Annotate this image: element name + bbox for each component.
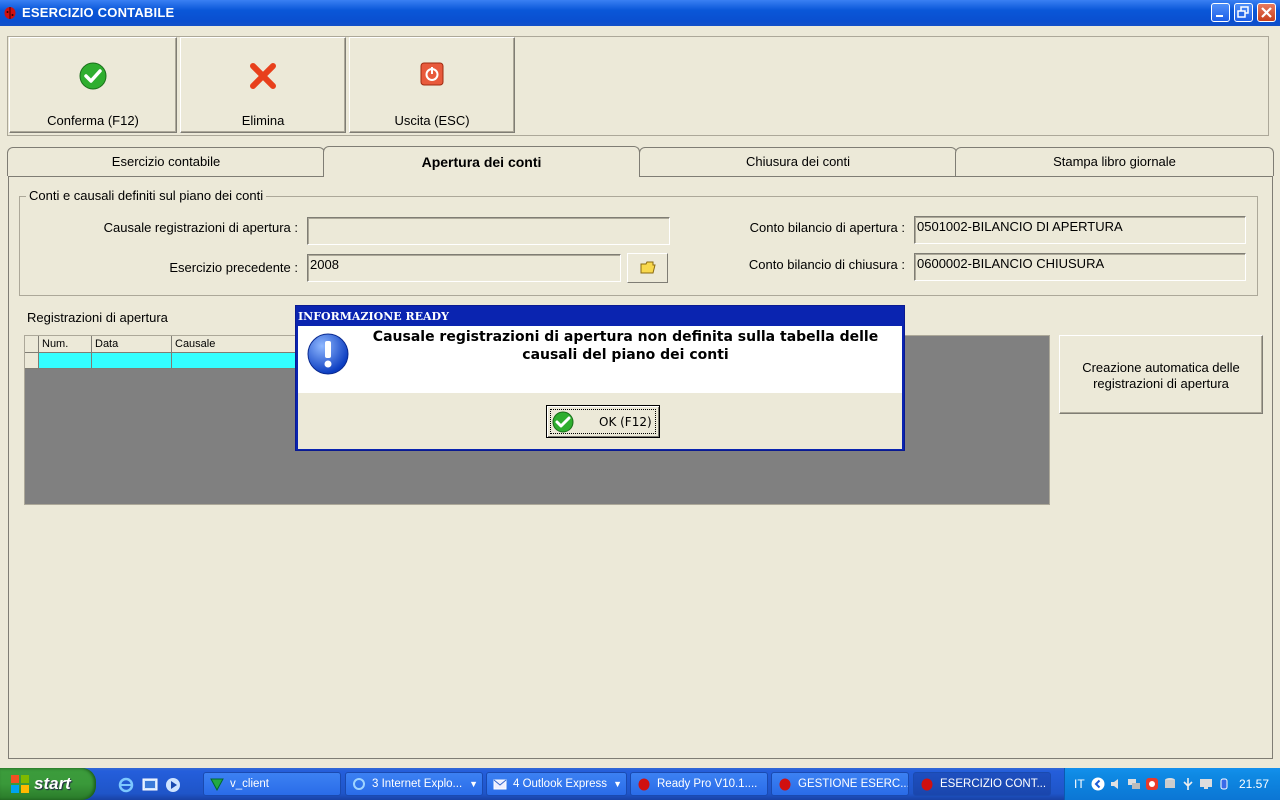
dialog-body: Causale registrazioni di apertura non de… (298, 326, 902, 393)
tab-apertura-dei-conti[interactable]: Apertura dei conti (323, 146, 640, 177)
antivirus-icon[interactable] (1145, 777, 1159, 791)
speaker-icon[interactable] (1109, 777, 1123, 791)
x-delete-icon (250, 63, 276, 89)
tab-chiusura-dei-conti[interactable]: Chiusura dei conti (639, 147, 957, 176)
task-outlook-express[interactable]: 4 Outlook Express ▼ (486, 772, 627, 796)
language-indicator[interactable]: IT (1074, 777, 1085, 791)
folder-icon (640, 261, 656, 274)
network-icon[interactable] (1127, 777, 1141, 791)
confirm-button[interactable]: Conferma (F12) (9, 37, 177, 133)
ladybug-icon (921, 778, 933, 791)
outlook-express-icon (493, 779, 507, 790)
taskbar: start v_client 3 Internet Explo... ▼ 4 O… (0, 768, 1280, 800)
exit-label: Uscita (ESC) (394, 113, 470, 128)
check-icon (79, 62, 107, 90)
cell-causale[interactable] (172, 353, 297, 369)
delete-label: Elimina (241, 113, 285, 128)
window-title: ESERCIZIO CONTABILE (22, 5, 175, 20)
row-selector[interactable] (25, 353, 39, 369)
causale-label: Causale registrazioni di apertura : (103, 220, 298, 235)
exit-button[interactable]: Uscita (ESC) (349, 37, 515, 133)
conto-apertura-label: Conto bilancio di apertura : (749, 220, 905, 235)
v-client-icon (210, 778, 224, 791)
task-label: 3 Internet Explo... (372, 778, 463, 790)
browse-folder-button[interactable] (627, 253, 668, 283)
tab-stampa-libro-giornale[interactable]: Stampa libro giornale (955, 147, 1274, 176)
start-button[interactable]: start (0, 768, 96, 800)
task-esercizio-contabile[interactable]: ESERCIZIO CONT... (913, 772, 1051, 796)
task-label: GESTIONE ESERC... (798, 778, 909, 790)
monitor-icon[interactable] (1199, 777, 1213, 791)
task-gestione-esercizio[interactable]: GESTIONE ESERC... (771, 772, 909, 796)
start-label: start (34, 774, 71, 793)
conto-chiusura-label: Conto bilancio di chiusura : (748, 257, 905, 272)
auto-create-registrations-button[interactable]: Creazione automatica delle registrazioni… (1059, 335, 1263, 414)
check-icon (552, 411, 574, 433)
dialog-message: Causale registrazioni di apertura non de… (372, 329, 879, 363)
confirm-label: Conferma (F12) (47, 113, 139, 128)
restore-button[interactable] (1234, 3, 1253, 22)
tab-esercizio-contabile[interactable]: Esercizio contabile (7, 147, 325, 176)
task-v-client[interactable]: v_client (203, 772, 341, 796)
restore-icon (1237, 6, 1249, 18)
internet-explorer-icon[interactable] (118, 777, 134, 793)
clock[interactable]: 21.57 (1239, 777, 1269, 791)
power-icon (420, 62, 444, 86)
media-player-icon[interactable] (165, 777, 181, 793)
table-row[interactable] (25, 353, 297, 369)
causale-field[interactable] (307, 217, 670, 245)
close-icon (1261, 7, 1272, 18)
delete-button[interactable]: Elimina (180, 37, 346, 133)
task-label: Ready Pro V10.1.... (657, 778, 758, 790)
information-dialog: INFORMAZIONE READY Causale registrazioni… (295, 305, 905, 451)
ladybug-app-icon (4, 7, 16, 19)
column-data[interactable]: Data (92, 336, 172, 353)
minimize-button[interactable] (1211, 3, 1230, 22)
ok-button[interactable]: OK (F12) (546, 405, 660, 438)
chevron-left-icon[interactable] (1091, 777, 1105, 791)
windows-logo-icon (11, 775, 29, 793)
dialog-footer: OK (F12) (298, 393, 902, 449)
task-ready-pro[interactable]: Ready Pro V10.1.... (630, 772, 768, 796)
ladybug-icon (779, 778, 791, 791)
esercizio-precedente-field[interactable]: 2008 (307, 254, 621, 282)
cell-num[interactable] (39, 353, 92, 369)
registrations-title: Registrazioni di apertura (27, 310, 168, 325)
ladybug-icon (638, 778, 650, 791)
chevron-down-icon: ▼ (469, 779, 478, 789)
minimize-icon (1216, 15, 1223, 17)
title-bar: ESERCIZIO CONTABILE (0, 0, 1280, 26)
chevron-down-icon: ▼ (613, 779, 622, 789)
grid-header: Num. Data Causale (25, 336, 297, 353)
column-causale[interactable]: Causale (172, 336, 297, 353)
internet-explorer-icon (353, 778, 365, 790)
conto-chiusura-field[interactable]: 0600002-BILANCIO CHIUSURA (914, 253, 1246, 281)
cell-data[interactable] (92, 353, 172, 369)
system-tray: IT 21.57 (1064, 768, 1280, 800)
show-desktop-icon[interactable] (142, 777, 158, 793)
usb-icon[interactable] (1181, 777, 1195, 791)
database-icon[interactable] (1163, 777, 1177, 791)
task-label: v_client (230, 778, 269, 790)
ok-label: OK (F12) (599, 415, 652, 429)
groupbox-title: Conti e causali definiti sul piano dei c… (26, 188, 267, 203)
exclamation-icon (307, 333, 349, 375)
task-label: ESERCIZIO CONT... (940, 778, 1047, 790)
close-button[interactable] (1257, 3, 1276, 22)
power-plug-icon[interactable] (1217, 777, 1231, 791)
column-num[interactable]: Num. (39, 336, 92, 353)
task-internet-explorer[interactable]: 3 Internet Explo... ▼ (345, 772, 483, 796)
grid-corner (25, 336, 39, 353)
esercizio-precedente-label: Esercizio precedente : (169, 260, 298, 275)
conto-apertura-field[interactable]: 0501002-BILANCIO DI APERTURA (914, 216, 1246, 244)
task-label: 4 Outlook Express (513, 778, 607, 790)
dialog-title: INFORMAZIONE READY (298, 310, 449, 323)
